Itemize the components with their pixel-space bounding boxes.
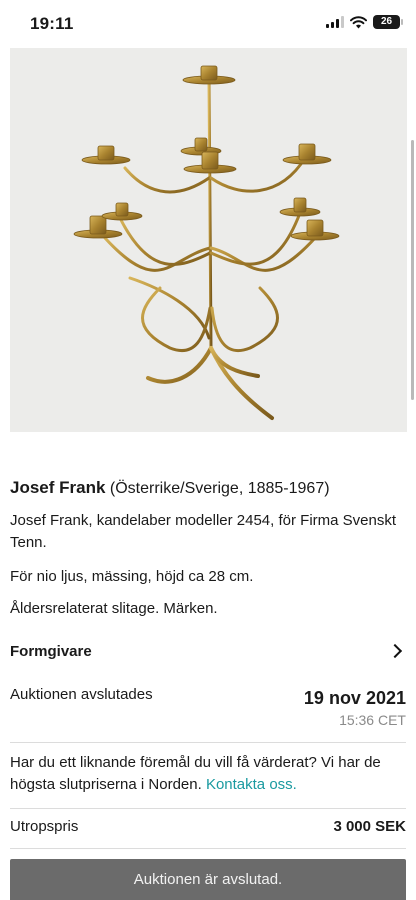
product-image[interactable] xyxy=(10,48,407,432)
divider xyxy=(10,808,406,809)
wifi-icon xyxy=(350,15,367,28)
description-line: Josef Frank, kandelaber modeller 2454, f… xyxy=(10,512,397,551)
status-bar: 19:11 26 xyxy=(0,0,416,48)
listing-title: Josef Frank (Österrike/Sverige, 1885-196… xyxy=(10,478,330,498)
reserve-price-value: 3 000 SEK xyxy=(333,818,406,835)
scrollbar[interactable] xyxy=(411,140,414,400)
contact-link[interactable]: Kontakta oss. xyxy=(206,776,297,793)
formgivare-label: Formgivare xyxy=(10,642,92,660)
formgivare-row[interactable]: Formgivare xyxy=(10,640,406,662)
status-time: 19:11 xyxy=(30,14,74,33)
designer-info: (Österrike/Sverige, 1885-1967) xyxy=(109,480,330,497)
auction-end-date: 19 nov 2021 xyxy=(303,688,406,708)
auction-ended-row: Auktionen avslutades 19 nov 2021 15:36 C… xyxy=(10,686,406,728)
cellular-signal-icon xyxy=(326,16,344,28)
description-line: För nio ljus, mässing, höjd ca 28 cm. xyxy=(10,568,254,585)
valuation-text: Har du ett liknande föremål du vill få v… xyxy=(10,754,381,793)
auction-closed-button[interactable]: Auktionen är avslutad. xyxy=(10,859,406,900)
status-icons: 26 xyxy=(326,15,403,29)
valuation-prompt: Har du ett liknande föremål du vill få v… xyxy=(10,752,406,796)
reserve-price-label: Utropspris xyxy=(10,818,79,835)
description-line: Åldersrelaterat slitage. Märken. xyxy=(10,600,218,617)
divider xyxy=(10,848,406,849)
divider xyxy=(10,742,406,743)
reserve-price-row: Utropspris 3 000 SEK xyxy=(10,818,406,835)
auction-end-time: 15:36 CET xyxy=(339,712,406,728)
candelabra-illustration xyxy=(73,65,340,420)
chevron-right-icon xyxy=(387,643,403,659)
designer-name[interactable]: Josef Frank xyxy=(10,478,105,497)
battery-icon: 26 xyxy=(373,15,403,29)
